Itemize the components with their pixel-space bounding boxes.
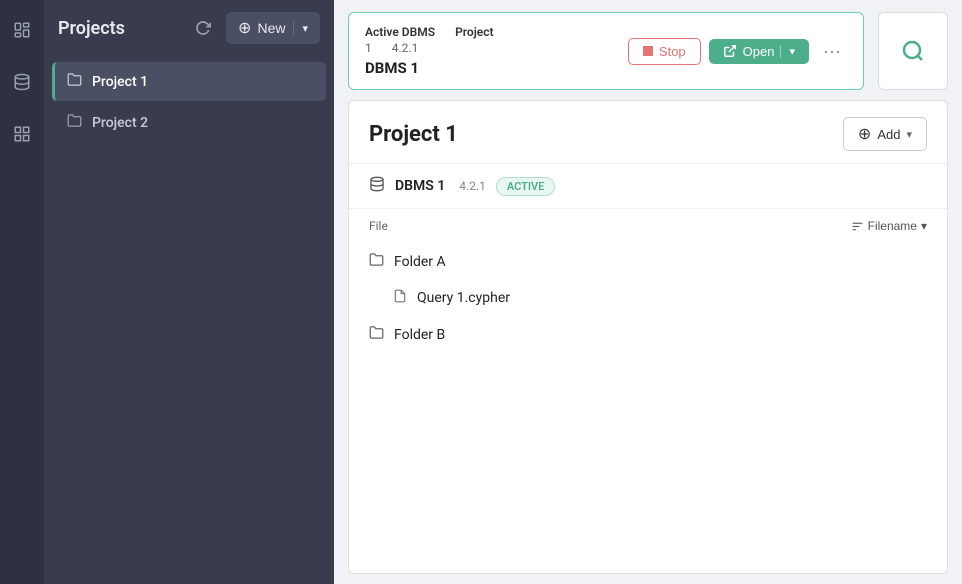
sidebar-item-label: Project 2 [92, 115, 148, 131]
sidebar-header: Projects ⊕ New ▾ [44, 0, 334, 56]
search-panel[interactable] [878, 12, 948, 90]
sort-chevron-icon: ▾ [921, 219, 927, 233]
open-icon [723, 44, 737, 58]
sidebar-item-project-2[interactable]: Project 2 [52, 103, 326, 142]
folder-icon [369, 325, 384, 344]
folder-icon [67, 113, 82, 132]
stop-button[interactable]: Stop [628, 38, 701, 65]
icon-rail [0, 0, 44, 584]
search-icon [901, 39, 925, 63]
file-item-name: Folder A [394, 254, 446, 270]
filename-sort-label: Filename [868, 219, 917, 233]
file-item-name: Folder B [394, 327, 445, 343]
file-header: File Filename ▾ [349, 209, 947, 239]
dbms-meta-row: Active DBMS Project [365, 25, 612, 39]
pages-icon[interactable] [8, 16, 36, 44]
add-chevron-icon: ▾ [906, 128, 912, 141]
stop-label: Stop [659, 44, 686, 59]
list-item[interactable]: Folder A [349, 243, 947, 280]
active-dbms-bar: Active DBMS Project 1 4.2.1 DBMS 1 Stop … [348, 12, 864, 90]
dbms-row-name: DBMS 1 [395, 178, 445, 194]
open-chevron-icon: ▾ [780, 45, 795, 58]
sidebar-item-label: Project 1 [92, 74, 148, 90]
open-label: Open [743, 44, 775, 59]
stop-icon [643, 46, 653, 56]
list-item[interactable]: Query 1.cypher [349, 280, 947, 316]
new-label: New [257, 20, 285, 36]
dbms-version: 4.2.1 [392, 41, 419, 55]
sort-icon [851, 220, 864, 233]
dbms-id-version-row: 1 4.2.1 [365, 41, 612, 55]
add-button[interactable]: ⊕ Add ▾ [843, 117, 927, 151]
dbms-db-icon [369, 176, 385, 196]
project-content: Project 1 ⊕ Add ▾ DBMS 1 4.2.1 ACTIVE Fi… [348, 100, 948, 574]
dbms-row: DBMS 1 4.2.1 ACTIVE [349, 164, 947, 209]
database-icon[interactable] [8, 68, 36, 96]
project-label: Project [455, 25, 493, 39]
dbms-actions: Stop Open ▾ ··· [628, 38, 847, 65]
more-icon: ··· [823, 41, 841, 61]
main-area: Active DBMS Project 1 4.2.1 DBMS 1 Stop … [334, 0, 962, 584]
file-icon [393, 289, 407, 307]
add-label: Add [877, 127, 900, 142]
project-top: Project 1 ⊕ Add ▾ [349, 101, 947, 164]
folder-icon [67, 72, 82, 91]
sidebar: Projects ⊕ New ▾ Project 1 [44, 0, 334, 584]
sidebar-item-project-1[interactable]: Project 1 [52, 62, 326, 101]
active-badge: ACTIVE [496, 177, 556, 196]
file-list: Folder A Query 1.cypher Folder B [349, 239, 947, 357]
sidebar-title: Projects [58, 18, 180, 39]
more-button[interactable]: ··· [817, 39, 847, 64]
dbms-row-version: 4.2.1 [459, 179, 486, 193]
grid-icon[interactable] [8, 120, 36, 148]
dbms-info: Active DBMS Project 1 4.2.1 DBMS 1 [365, 25, 612, 77]
dbms-id: 1 [365, 41, 372, 55]
new-button[interactable]: ⊕ New ▾ [226, 12, 320, 44]
main-header-row: Active DBMS Project 1 4.2.1 DBMS 1 Stop … [334, 0, 962, 90]
folder-icon [369, 252, 384, 271]
file-col-label: File [369, 219, 388, 233]
file-item-name: Query 1.cypher [417, 290, 510, 306]
project-title: Project 1 [369, 122, 458, 147]
add-plus-icon: ⊕ [858, 124, 871, 144]
list-item[interactable]: Folder B [349, 316, 947, 353]
filename-sort-button[interactable]: Filename ▾ [851, 219, 927, 233]
active-dbms-label: Active DBMS [365, 25, 435, 39]
refresh-icon[interactable] [190, 15, 216, 41]
sidebar-list: Project 1 Project 2 [44, 56, 334, 148]
new-chevron-icon: ▾ [293, 22, 308, 35]
dbms-name: DBMS 1 [365, 59, 612, 77]
open-button[interactable]: Open ▾ [709, 39, 809, 64]
